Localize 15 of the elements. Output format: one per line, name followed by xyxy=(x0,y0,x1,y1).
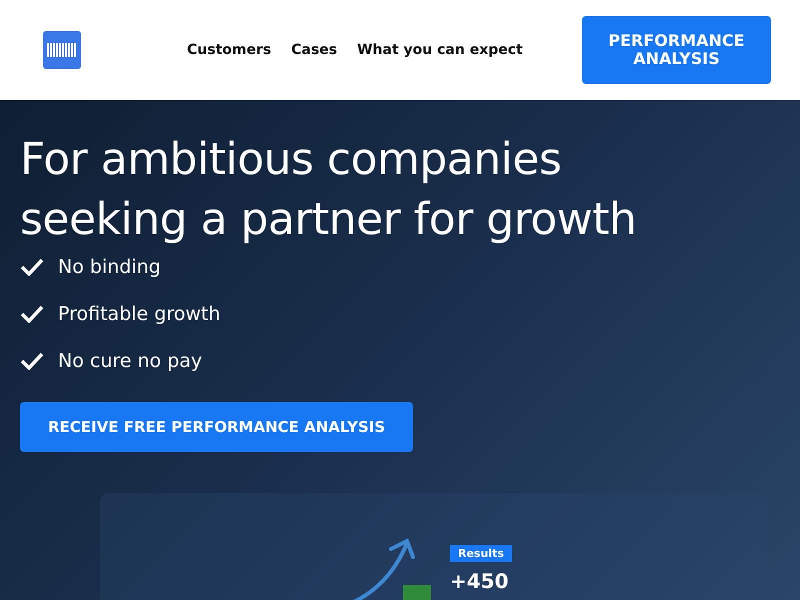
free-analysis-button[interactable]: RECEIVE FREE PERFORMANCE ANALYSIS xyxy=(20,402,414,452)
benefit-text: No cure no pay xyxy=(58,350,202,372)
nav-link[interactable]: Cases xyxy=(291,42,338,58)
hero-headline: For ambitious companies seeking a partner for growth xyxy=(20,133,638,247)
results-badge: Results xyxy=(450,545,512,562)
performance-analysis-button[interactable]: PERFORMANCE ANALYSIS xyxy=(582,16,771,84)
logo-icon[interactable] xyxy=(43,31,81,69)
results-value: +450 xyxy=(450,569,509,593)
checkmark-icon xyxy=(20,305,44,323)
checkmark-icon xyxy=(20,352,44,370)
nav-link[interactable]: What you can expect xyxy=(357,42,523,58)
checkmark-icon xyxy=(20,258,44,276)
benefit-text: Profitable growth xyxy=(58,303,220,325)
nav-link[interactable]: Customers xyxy=(187,42,272,58)
benefit-text: No binding xyxy=(58,256,161,278)
